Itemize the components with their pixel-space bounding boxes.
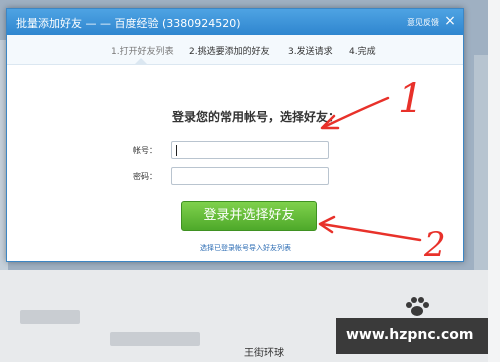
login-and-select-friends-button[interactable]: 登录并选择好友 [181,201,317,231]
feedback-link[interactable]: 意见反馈 [407,17,439,28]
step-4: 4.完成 [349,47,376,57]
import-from-logged-in-account-link[interactable]: 选择已登录帐号导入好友列表 [200,243,291,253]
background-bottom-text: 王街环球 [244,348,284,359]
background-window-edge-right [474,55,488,275]
step-indicator: 1.打开好友列表 2.挑选要添加的好友 3.发送请求 4.完成 [7,35,463,65]
dialog-title-bar[interactable]: 批量添加好友 — — 百度经验 (3380924520) 意见反馈 × [7,9,463,35]
account-input[interactable] [171,141,329,159]
background-blur-block [20,310,80,324]
login-prompt: 登录您的常用帐号，选择好友： [172,110,341,124]
active-step-caret-icon [135,58,147,64]
watermark-banner: www.hzpnc.com [336,318,488,354]
close-icon[interactable]: × [443,13,457,29]
dialog-title: 批量添加好友 — — 百度经验 (3380924520) [16,17,241,30]
step-1: 1.打开好友列表 [111,47,174,57]
batch-add-friends-dialog: 批量添加好友 — — 百度经验 (3380924520) 意见反馈 × 1.打开… [6,8,464,262]
password-input[interactable] [171,167,329,185]
step-2: 2.挑选要添加的好友 [189,47,270,57]
paw-logo-icon [406,297,429,316]
watermark-text: www.hzpnc.com [346,327,474,343]
password-label: 密码： [133,172,157,181]
account-label: 帐号： [133,146,157,155]
text-cursor [176,145,177,156]
step-3: 3.发送请求 [288,47,333,57]
background-blur-block [110,332,200,346]
